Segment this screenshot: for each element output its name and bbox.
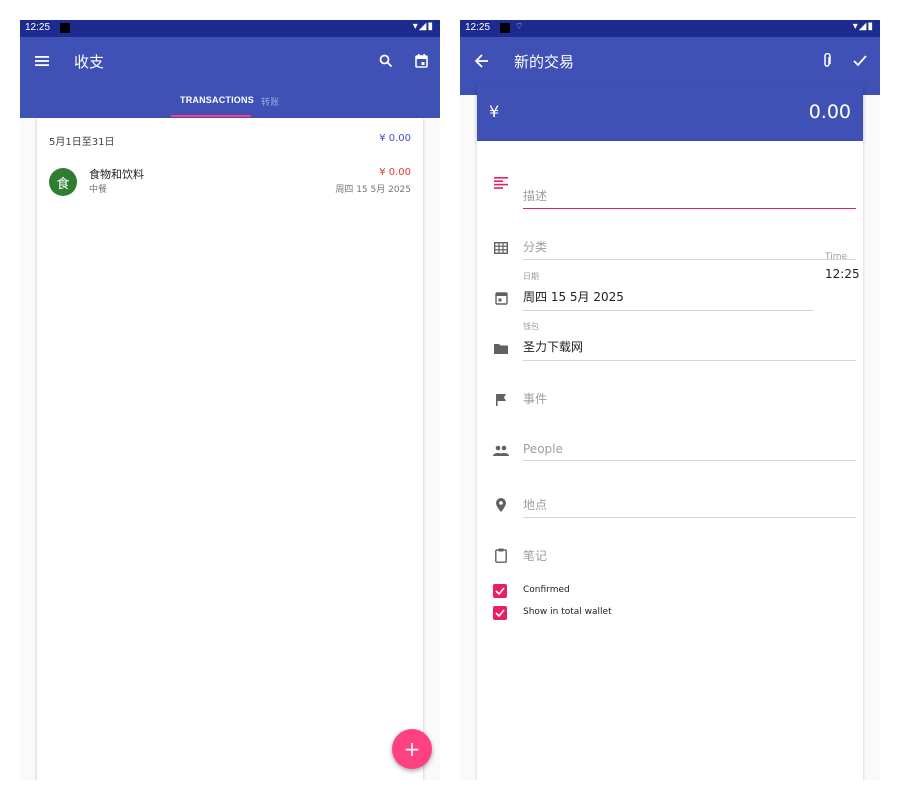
- category-field[interactable]: 分类: [523, 215, 856, 260]
- location-pin-icon: [493, 497, 509, 513]
- show-in-total-wallet-checkbox[interactable]: [493, 606, 507, 620]
- time-caption: Time: [825, 252, 848, 262]
- event-placeholder: 事件: [523, 392, 548, 406]
- status-bar: 12:25 ▾◢▮: [20, 20, 440, 37]
- event-field[interactable]: 事件: [523, 366, 856, 411]
- wallet-caption: 钱包: [523, 322, 539, 331]
- transactions-screen: 12:25 ▾◢▮ 收支 TRANSACTIONS 转账 5月1日至31日 ¥ …: [20, 20, 440, 780]
- wallet-folder-icon: [493, 340, 509, 356]
- transaction-amount: ¥ 0.00: [379, 167, 411, 178]
- period-total: ¥ 0.00: [379, 133, 411, 144]
- people-placeholder: People: [523, 442, 563, 456]
- calendar-icon[interactable]: [409, 49, 433, 73]
- system-status-icons: ▾◢▮: [412, 21, 434, 32]
- people-field[interactable]: People: [523, 416, 856, 461]
- search-icon[interactable]: [374, 49, 398, 73]
- android-debug-icon: ⌔: [515, 22, 524, 32]
- menu-icon[interactable]: [30, 49, 54, 73]
- notification-icon: [60, 23, 70, 33]
- date-icon: [493, 290, 509, 306]
- tab-indicator: [171, 115, 251, 117]
- status-bar: 12:25 ⌔ ▾◢▮: [460, 20, 880, 37]
- people-icon: [493, 442, 509, 458]
- note-placeholder: 笔记: [523, 549, 548, 563]
- wallet-field[interactable]: 钱包 圣力下载网: [523, 321, 856, 361]
- transaction-date: 周四 15 5月 2025: [335, 185, 411, 195]
- plus-icon: +: [403, 737, 421, 761]
- check-icon[interactable]: [848, 49, 872, 73]
- location-placeholder: 地点: [523, 498, 548, 512]
- tab-transactions[interactable]: TRANSACTIONS: [180, 95, 254, 105]
- date-caption: 日期: [523, 272, 539, 281]
- event-flag-icon: [493, 391, 509, 407]
- tab-bar: TRANSACTIONS 转账: [20, 83, 440, 118]
- category-grid-icon: [493, 240, 509, 256]
- note-clipboard-icon: [493, 547, 509, 563]
- transactions-card: 5月1日至31日 ¥ 0.00 食 食物和饮料 中餐 ¥ 0.00 周四 15 …: [37, 118, 423, 780]
- add-transaction-button[interactable]: +: [392, 729, 432, 769]
- attachment-icon[interactable]: [815, 49, 839, 73]
- transaction-row[interactable]: 食 食物和饮料 中餐 ¥ 0.00 周四 15 5月 2025: [37, 158, 423, 206]
- confirmed-checkbox[interactable]: [493, 584, 507, 598]
- amount-header[interactable]: ¥ 0.00: [477, 83, 863, 141]
- back-arrow-icon[interactable]: [470, 49, 494, 73]
- time-value[interactable]: 12:25: [825, 267, 860, 281]
- transaction-title: 食物和饮料: [89, 168, 144, 181]
- system-status-icons: ▾◢▮: [852, 21, 874, 32]
- amount-value[interactable]: 0.00: [809, 101, 851, 123]
- status-time: 12:25: [25, 22, 51, 33]
- date-value: 周四 15 5月 2025: [523, 290, 624, 304]
- location-field[interactable]: 地点: [523, 471, 856, 518]
- date-field[interactable]: 日期 周四 15 5月 2025: [523, 271, 813, 311]
- description-field[interactable]: 描述: [523, 165, 856, 209]
- period-label: 5月1日至31日: [49, 137, 115, 148]
- page-title: 新的交易: [514, 53, 575, 71]
- page-title: 收支: [74, 53, 105, 71]
- currency-symbol: ¥: [489, 102, 500, 121]
- category-avatar: 食: [49, 168, 77, 196]
- new-transaction-screen: 12:25 ⌔ ▾◢▮ 新的交易 ¥ 0.00 描述 分类 日期 周四 15 5…: [460, 20, 880, 780]
- show-in-total-wallet-label: Show in total wallet: [523, 607, 612, 617]
- category-placeholder: 分类: [523, 240, 548, 254]
- notification-icon: [500, 23, 510, 33]
- wallet-value: 圣力下载网: [523, 340, 584, 354]
- transaction-subtitle: 中餐: [89, 185, 108, 195]
- tab-transfers[interactable]: 转账: [261, 95, 279, 108]
- description-placeholder: 描述: [523, 189, 548, 203]
- transaction-form: 描述 分类 日期 周四 15 5月 2025 Time 12:25 钱包 圣力下…: [477, 141, 863, 780]
- description-icon: [493, 175, 509, 191]
- app-bar: 收支: [20, 37, 440, 83]
- confirmed-label: Confirmed: [523, 585, 570, 595]
- note-field[interactable]: 笔记: [523, 521, 856, 568]
- status-time: 12:25: [465, 22, 491, 33]
